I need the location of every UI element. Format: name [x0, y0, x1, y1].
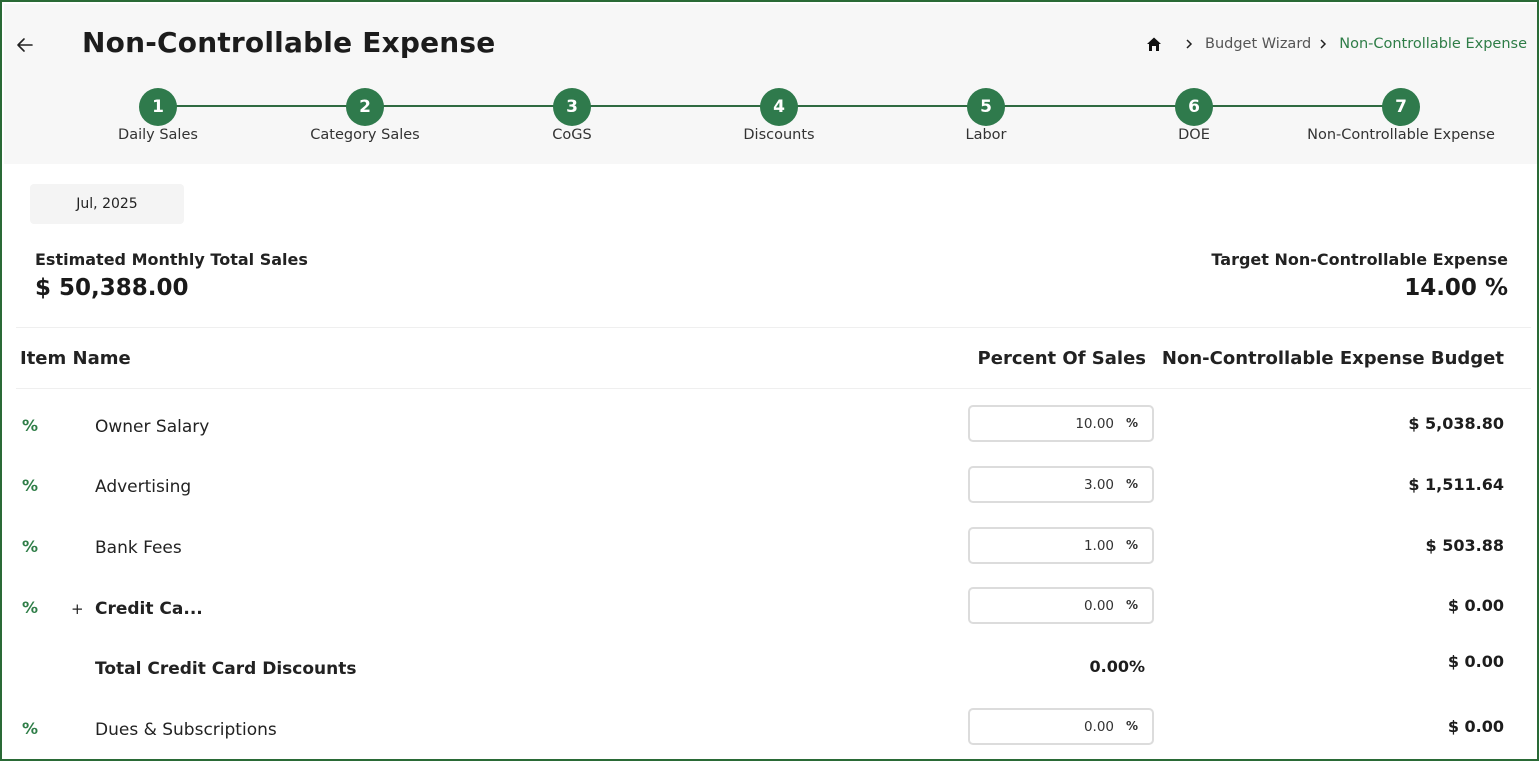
percent-unit: %	[1125, 719, 1138, 733]
percent-input[interactable]: 1.00 %	[968, 527, 1154, 564]
budget-value: $ 503.88	[1425, 536, 1504, 555]
target-expense-label: Target Non-Controllable Expense	[1211, 250, 1508, 269]
percent-icon[interactable]: %	[22, 719, 38, 738]
step-label: Non-Controllable Expense	[1307, 127, 1495, 143]
chevron-right-icon	[1320, 39, 1327, 49]
step-non-controllable-expense[interactable]: 7 Non-Controllable Expense	[1291, 88, 1511, 143]
column-header-item-name: Item Name	[20, 348, 131, 369]
divider	[16, 388, 1531, 389]
percent-icon[interactable]: %	[22, 537, 38, 556]
column-header-percent: Percent Of Sales	[977, 348, 1146, 369]
breadcrumb: Budget Wizard Non-Controllable Expense	[1145, 35, 1527, 53]
step-label: Daily Sales	[118, 127, 198, 143]
step-number: 6	[1175, 88, 1213, 126]
step-label: CoGS	[552, 127, 592, 143]
target-expense-summary: Target Non-Controllable Expense 14.00 %	[1211, 250, 1508, 301]
item-name: Owner Salary	[95, 417, 210, 437]
home-icon[interactable]	[1145, 35, 1163, 53]
budget-value: $ 0.00	[1447, 717, 1504, 736]
step-number: 4	[760, 88, 798, 126]
total-label: Total Credit Card Discounts	[95, 659, 357, 679]
percent-value: 1.00	[1083, 538, 1114, 554]
step-cogs[interactable]: 3 CoGS	[462, 88, 682, 143]
step-labor[interactable]: 5 Labor	[876, 88, 1096, 143]
step-daily-sales[interactable]: 1 Daily Sales	[48, 88, 268, 143]
divider	[16, 327, 1531, 328]
step-label: Labor	[965, 127, 1007, 143]
period-selector[interactable]: Jul, 2025	[30, 184, 184, 224]
app-window: Non-Controllable Expense Budget Wizard N…	[0, 0, 1539, 761]
percent-icon[interactable]: %	[22, 476, 38, 495]
estimated-sales-summary: Estimated Monthly Total Sales $ 50,388.0…	[35, 250, 308, 301]
budget-value: $ 0.00	[1447, 596, 1504, 615]
percent-unit: %	[1125, 477, 1138, 491]
step-number: 5	[967, 88, 1005, 126]
percent-input[interactable]: 0.00 %	[968, 708, 1154, 745]
percent-icon[interactable]: %	[22, 416, 38, 435]
step-label: DOE	[1178, 127, 1210, 143]
percent-value: 3.00	[1083, 477, 1114, 493]
percent-icon[interactable]: %	[22, 598, 38, 617]
step-number: 7	[1382, 88, 1420, 126]
back-arrow-icon[interactable]	[12, 32, 38, 58]
percent-value: 0.00	[1083, 598, 1114, 614]
budget-value: $ 1,511.64	[1408, 475, 1504, 494]
target-expense-value: 14.00 %	[1404, 275, 1508, 301]
estimated-sales-label: Estimated Monthly Total Sales	[35, 250, 308, 269]
percent-value: 10.00	[1075, 416, 1114, 432]
item-name: Bank Fees	[95, 538, 182, 558]
percent-value: 0.00	[1083, 719, 1114, 735]
percent-input[interactable]: 10.00 %	[968, 405, 1154, 442]
item-name: Dues & Subscriptions	[95, 720, 277, 740]
plus-icon[interactable]: +	[71, 600, 84, 618]
budget-value: $ 5,038.80	[1408, 414, 1504, 433]
step-number: 2	[346, 88, 384, 126]
percent-input[interactable]: 0.00 %	[968, 587, 1154, 624]
step-label: Category Sales	[310, 127, 420, 143]
percent-unit: %	[1125, 598, 1138, 612]
chevron-right-icon	[1186, 39, 1193, 49]
step-discounts[interactable]: 4 Discounts	[669, 88, 889, 143]
breadcrumb-current: Non-Controllable Expense	[1339, 36, 1527, 52]
step-label: Discounts	[743, 127, 815, 143]
page-title: Non-Controllable Expense	[82, 26, 496, 59]
percent-unit: %	[1125, 538, 1138, 552]
total-budget: $ 0.00	[1447, 652, 1504, 671]
total-percent: 0.00%	[1089, 657, 1145, 676]
step-category-sales[interactable]: 2 Category Sales	[255, 88, 475, 143]
percent-input[interactable]: 3.00 %	[968, 466, 1154, 503]
column-header-budget: Non-Controllable Expense Budget	[1161, 348, 1504, 369]
step-number: 3	[553, 88, 591, 126]
breadcrumb-budget-wizard[interactable]: Budget Wizard	[1205, 36, 1311, 52]
percent-unit: %	[1125, 416, 1138, 430]
item-name: Advertising	[95, 477, 192, 497]
step-number: 1	[139, 88, 177, 126]
step-doe[interactable]: 6 DOE	[1084, 88, 1304, 143]
estimated-sales-value: $ 50,388.00	[35, 275, 189, 301]
item-name: Credit Ca...	[95, 599, 203, 619]
